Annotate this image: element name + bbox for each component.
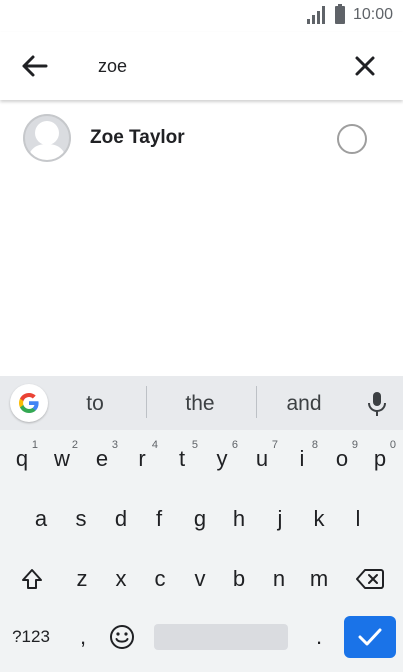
soft-keyboard: to the and q1 w2 e3 r4 t5 y6 u7 i8 o9 p0… xyxy=(0,376,403,672)
search-app-bar xyxy=(0,32,403,100)
suggestion-divider xyxy=(256,386,257,418)
search-input[interactable] xyxy=(84,50,324,82)
key-i[interactable]: i8 xyxy=(283,436,321,482)
person-placeholder-icon xyxy=(23,114,71,162)
backspace-key[interactable] xyxy=(350,556,390,602)
key-p[interactable]: p0 xyxy=(361,436,399,482)
suggestion-2[interactable]: the xyxy=(155,392,245,416)
voice-input-button[interactable] xyxy=(365,390,389,418)
google-button[interactable] xyxy=(10,384,48,422)
signal-icon xyxy=(306,6,327,24)
key-l[interactable]: l xyxy=(339,496,377,542)
key-o[interactable]: o9 xyxy=(323,436,361,482)
shift-icon xyxy=(22,569,42,589)
suggestion-bar: to the and xyxy=(0,376,403,430)
contact-row[interactable]: Zoe Taylor xyxy=(0,101,403,173)
microphone-icon xyxy=(368,392,386,416)
key-b[interactable]: b xyxy=(220,556,258,602)
key-w[interactable]: w2 xyxy=(43,436,81,482)
close-icon xyxy=(355,56,375,76)
key-u[interactable]: u7 xyxy=(243,436,281,482)
key-a[interactable]: a xyxy=(22,496,60,542)
suggestion-3[interactable]: and xyxy=(259,392,349,416)
key-g[interactable]: g xyxy=(181,496,219,542)
backspace-icon xyxy=(356,569,384,589)
key-k[interactable]: k xyxy=(300,496,338,542)
key-x[interactable]: x xyxy=(102,556,140,602)
avatar xyxy=(23,114,71,162)
key-c[interactable]: c xyxy=(141,556,179,602)
status-bar: 10:00 xyxy=(0,0,403,32)
shift-key[interactable] xyxy=(12,556,52,602)
clear-search-button[interactable] xyxy=(345,46,385,86)
comma-key[interactable]: , xyxy=(68,616,98,658)
key-r[interactable]: r4 xyxy=(123,436,161,482)
key-q[interactable]: q1 xyxy=(3,436,41,482)
suggestion-divider xyxy=(146,386,147,418)
suggestion-1[interactable]: to xyxy=(50,392,140,416)
key-m[interactable]: m xyxy=(300,556,338,602)
key-h[interactable]: h xyxy=(220,496,258,542)
key-t[interactable]: t5 xyxy=(163,436,201,482)
select-contact-radio[interactable] xyxy=(337,124,367,154)
checkmark-icon xyxy=(358,628,382,646)
period-key[interactable]: . xyxy=(304,616,334,658)
contact-name: Zoe Taylor xyxy=(90,127,185,148)
key-f[interactable]: f xyxy=(140,496,178,542)
space-key[interactable] xyxy=(154,624,288,650)
key-e[interactable]: e3 xyxy=(83,436,121,482)
back-button[interactable] xyxy=(14,46,54,86)
emoji-key[interactable] xyxy=(104,616,140,658)
key-y[interactable]: y6 xyxy=(203,436,241,482)
arrow-back-icon xyxy=(22,55,48,77)
symbols-key[interactable]: ?123 xyxy=(4,616,58,658)
emoji-icon xyxy=(110,625,134,649)
google-g-icon xyxy=(19,393,39,413)
key-s[interactable]: s xyxy=(62,496,100,542)
status-time: 10:00 xyxy=(352,6,393,23)
key-v[interactable]: v xyxy=(181,556,219,602)
key-n[interactable]: n xyxy=(260,556,298,602)
contact-results: Zoe Taylor xyxy=(0,101,403,173)
battery-icon xyxy=(334,4,345,24)
enter-key[interactable] xyxy=(344,616,396,658)
key-j[interactable]: j xyxy=(261,496,299,542)
key-d[interactable]: d xyxy=(102,496,140,542)
key-z[interactable]: z xyxy=(63,556,101,602)
